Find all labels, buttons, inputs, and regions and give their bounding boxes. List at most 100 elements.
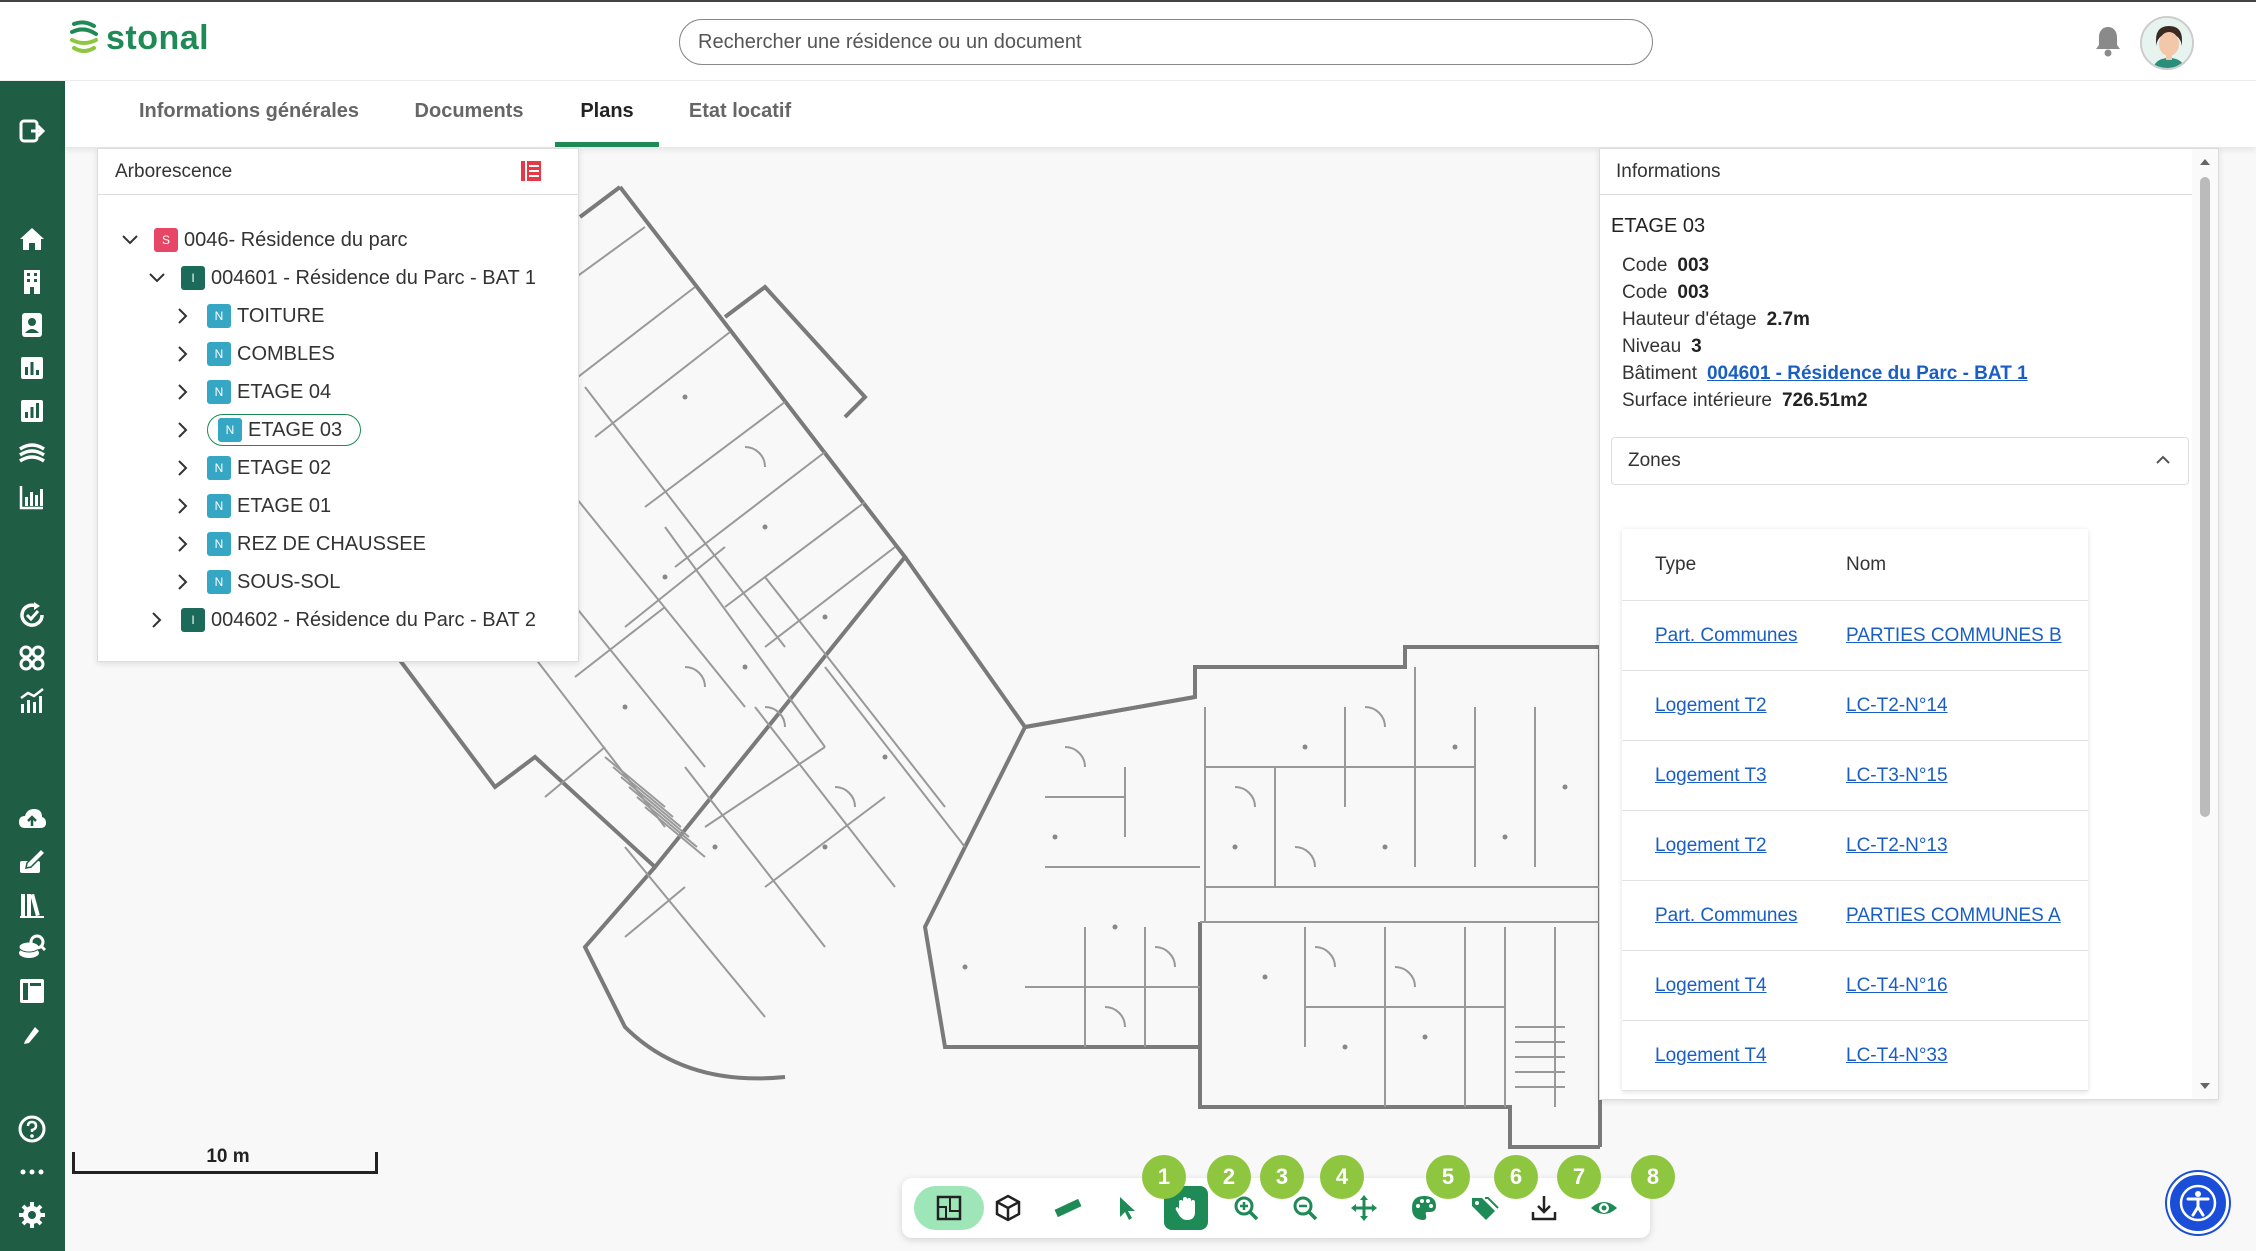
zone-type-link[interactable]: Logement T2 — [1655, 695, 1767, 716]
chevron-right-icon[interactable] — [171, 342, 195, 366]
sidebar-item-logout[interactable] — [14, 113, 50, 149]
sidebar-item-library[interactable] — [14, 887, 50, 923]
chevron-right-icon[interactable] — [171, 570, 195, 594]
chevron-right-icon[interactable] — [145, 608, 169, 632]
marker-1: 1 — [1142, 1155, 1186, 1199]
info-scrollbar[interactable] — [2192, 149, 2218, 1099]
sidebar-item-trends[interactable] — [14, 683, 50, 719]
sidebar-item-edit[interactable] — [14, 844, 50, 880]
tree-node[interactable]: N REZ DE CHAUSSEE — [171, 528, 426, 560]
tree-node[interactable]: N SOUS-SOL — [171, 566, 340, 598]
tree-node[interactable]: S 0046- Résidence du parc — [118, 224, 407, 256]
tree-node-label: ETAGE 02 — [237, 456, 332, 479]
sidebar-item-upload[interactable] — [14, 801, 50, 837]
tree-node[interactable]: N TOITURE — [171, 300, 324, 332]
settings-icon — [19, 1202, 45, 1228]
chevron-down-icon[interactable] — [118, 228, 142, 252]
tree-node[interactable]: I 004601 - Résidence du Parc - BAT 1 — [145, 262, 536, 294]
level-badge: N — [207, 342, 231, 366]
user-avatar[interactable] — [2140, 16, 2194, 70]
tree-node-selected[interactable]: N ETAGE 03 — [171, 414, 362, 446]
cloud-upload-icon — [19, 809, 46, 828]
pointer-button[interactable] — [1105, 1186, 1149, 1230]
chevron-right-icon[interactable] — [171, 304, 195, 328]
scroll-down-icon[interactable] — [2198, 1079, 2212, 1093]
tab-informations-generales[interactable]: Informations générales — [129, 81, 369, 147]
brand-name: stonal — [106, 18, 210, 57]
chevron-right-icon[interactable] — [171, 456, 195, 480]
sidebar-item-settings[interactable] — [14, 1197, 50, 1233]
move-icon — [1351, 1195, 1377, 1221]
sidebar-item-layout[interactable] — [14, 973, 50, 1009]
sidebar-item-help[interactable] — [14, 1111, 50, 1147]
zone-type-link[interactable]: Part. Communes — [1655, 625, 1798, 646]
zone-type-link[interactable]: Part. Communes — [1655, 905, 1798, 926]
sidebar-item-home[interactable] — [14, 221, 50, 257]
sidebar-item-buildings[interactable] — [14, 264, 50, 300]
zone-name-link[interactable]: LC-T2-N°14 — [1846, 695, 1948, 716]
view-3d-button[interactable] — [986, 1186, 1030, 1230]
bar-chart-icon — [21, 357, 43, 379]
zone-name-link[interactable]: LC-T3-N°15 — [1846, 765, 1948, 786]
tree-node[interactable]: I 004602 - Résidence du Parc - BAT 2 — [145, 604, 536, 636]
zone-name-link[interactable]: PARTIES COMMUNES B — [1846, 625, 2062, 646]
tree-node[interactable]: N ETAGE 04 — [171, 376, 331, 408]
zone-name-link[interactable]: LC-T2-N°13 — [1846, 835, 1948, 856]
scroll-thumb[interactable] — [2200, 177, 2210, 817]
selected-highlight[interactable]: N ETAGE 03 — [207, 414, 362, 446]
scroll-up-icon[interactable] — [2198, 155, 2212, 169]
tab-etat-locatif[interactable]: Etat locatif — [675, 81, 805, 147]
download-icon — [1531, 1196, 1557, 1221]
sidebar-item-stats[interactable] — [14, 350, 50, 386]
sidebar-item-more[interactable] — [14, 1154, 50, 1190]
tree-node[interactable]: N ETAGE 01 — [171, 490, 331, 522]
scale-bar: 10 m — [72, 1146, 378, 1174]
marker-8: 8 — [1631, 1155, 1675, 1199]
zone-name-link[interactable]: LC-T4-N°33 — [1846, 1045, 1948, 1066]
sidebar-item-stonal[interactable] — [14, 436, 50, 472]
sidebar-item-contacts[interactable] — [14, 307, 50, 343]
top-bar: stonal — [0, 0, 2256, 81]
chevron-up-icon[interactable] — [2152, 449, 2174, 471]
sidebar-item-sync[interactable] — [14, 597, 50, 633]
tab-documents[interactable]: Documents — [404, 81, 534, 147]
tree-node[interactable]: N ETAGE 02 — [171, 452, 331, 484]
sidebar-item-reports[interactable] — [14, 393, 50, 429]
tree-node[interactable]: N COMBLES — [171, 338, 335, 370]
sidebar-item-search-db[interactable] — [14, 930, 50, 966]
tags-button[interactable] — [1462, 1186, 1506, 1230]
chevron-right-icon[interactable] — [171, 494, 195, 518]
table-row: Part. Communes PARTIES COMMUNES B — [1622, 601, 2088, 671]
chevron-right-icon[interactable] — [171, 380, 195, 404]
sidebar-item-apps[interactable] — [14, 640, 50, 676]
collapse-panel-icon[interactable] — [520, 160, 542, 182]
view-2d-button[interactable] — [914, 1186, 984, 1230]
zones-label: Zones — [1628, 450, 1681, 471]
zone-type-link[interactable]: Logement T2 — [1655, 835, 1767, 856]
chevron-right-icon[interactable] — [171, 418, 195, 442]
avatar-icon — [2142, 18, 2192, 68]
notification-bell-icon[interactable] — [2093, 24, 2123, 58]
accessibility-button[interactable] — [2167, 1172, 2229, 1234]
zone-name-link[interactable]: LC-T4-N°16 — [1846, 975, 1948, 996]
zone-type-link[interactable]: Logement T3 — [1655, 765, 1767, 786]
building-badge: I — [181, 266, 205, 290]
zone-type-link[interactable]: Logement T4 — [1655, 1045, 1767, 1066]
tab-plans[interactable]: Plans — [555, 81, 659, 147]
stonal-logo[interactable]: stonal — [68, 16, 209, 60]
chevron-right-icon[interactable] — [171, 532, 195, 556]
search-input[interactable] — [679, 19, 1653, 65]
level-badge: N — [207, 456, 231, 480]
zones-accordion[interactable]: Zones — [1611, 437, 2189, 485]
zone-type-link[interactable]: Logement T4 — [1655, 975, 1767, 996]
zone-name-link[interactable]: PARTIES COMMUNES A — [1846, 905, 2061, 926]
marker-3: 3 — [1260, 1155, 1304, 1199]
app-root: stonal Rechercher une résidence ou un do… — [0, 0, 2256, 1251]
chevron-down-icon[interactable] — [145, 266, 169, 290]
building-link[interactable]: 004601 - Résidence du Parc - BAT 1 — [1707, 363, 2028, 384]
ruler-button[interactable] — [1046, 1186, 1090, 1230]
tree-node-label: TOITURE — [237, 304, 325, 327]
sidebar-item-pen[interactable] — [14, 1016, 50, 1052]
zoom-out-icon — [1293, 1196, 1318, 1221]
sidebar-item-analytics[interactable] — [14, 479, 50, 515]
